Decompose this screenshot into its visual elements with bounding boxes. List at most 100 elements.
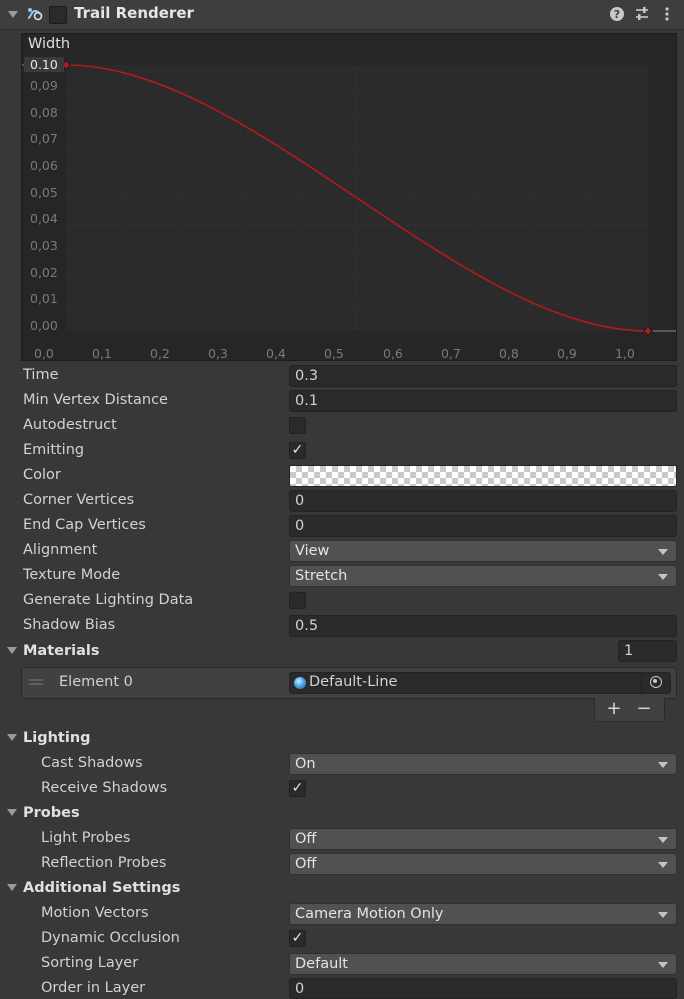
svg-text:?: ?: [614, 8, 620, 21]
material-sphere-icon: [294, 677, 306, 689]
materials-list: Element 0 Default-Line: [21, 667, 677, 699]
cast-shadows-value: On: [295, 756, 316, 772]
light-probes-label: Light Probes: [41, 830, 131, 846]
motion-vectors-label: Motion Vectors: [41, 905, 149, 921]
chevron-down-icon: [658, 862, 668, 868]
texture-mode-label: Texture Mode: [23, 567, 121, 583]
y-tick: 0,08: [30, 105, 58, 120]
x-tick: 0,8: [499, 346, 519, 361]
y-tick: 0.10: [24, 57, 64, 72]
alignment-dropdown[interactable]: View: [289, 540, 677, 562]
more-options-icon[interactable]: [658, 5, 676, 23]
x-tick: 0,9: [557, 346, 577, 361]
y-tick: 0,05: [30, 185, 58, 200]
shadow-bias-field[interactable]: 0.5: [289, 615, 677, 637]
lighting-foldout-icon[interactable]: [7, 734, 17, 741]
component-foldout-icon[interactable]: [8, 11, 18, 18]
y-tick: 0,06: [30, 158, 58, 173]
y-tick: 0,01: [30, 291, 58, 306]
reflection-probes-label: Reflection Probes: [41, 855, 167, 871]
y-tick: 0,02: [30, 265, 58, 280]
min-vertex-distance-label: Min Vertex Distance: [23, 392, 168, 408]
reflection-probes-value: Off: [295, 856, 317, 872]
receive-shadows-checkbox[interactable]: ✓: [289, 780, 306, 797]
corner-vertices-field[interactable]: 0: [289, 490, 677, 512]
time-label: Time: [23, 367, 59, 383]
autodestruct-checkbox[interactable]: [289, 417, 306, 434]
x-tick: 0,4: [266, 346, 286, 361]
chevron-down-icon: [658, 549, 668, 555]
min-vertex-distance-field[interactable]: 0.1: [289, 390, 677, 412]
dynamic-occlusion-label: Dynamic Occlusion: [41, 930, 180, 946]
motion-vectors-dropdown[interactable]: Camera Motion Only: [289, 903, 677, 925]
materials-label: Materials: [23, 643, 100, 659]
cast-shadows-label: Cast Shadows: [41, 755, 143, 771]
reflection-probes-dropdown[interactable]: Off: [289, 853, 677, 875]
remove-element-button[interactable]: −: [632, 698, 656, 719]
material-object-field[interactable]: Default-Line: [289, 672, 671, 694]
width-curve-editor[interactable]: Width 0.10 0,09 0,08 0,07 0,06 0,05 0,04…: [21, 33, 677, 361]
alignment-value: View: [295, 543, 330, 559]
end-cap-vertices-label: End Cap Vertices: [23, 517, 146, 533]
y-tick: 0,03: [30, 238, 58, 253]
component-header: Trail Renderer ?: [0, 0, 684, 30]
probes-foldout-icon[interactable]: [7, 809, 17, 816]
color-label: Color: [23, 467, 61, 483]
x-tick: 0,0: [34, 346, 54, 361]
add-element-button[interactable]: +: [602, 698, 626, 719]
trail-renderer-icon: [27, 8, 43, 21]
x-tick: 0,3: [208, 346, 228, 361]
probes-label: Probes: [23, 805, 80, 821]
object-picker-dot: [653, 679, 657, 683]
shadow-bias-label: Shadow Bias: [23, 617, 116, 633]
drag-handle-icon[interactable]: [29, 678, 43, 686]
order-in-layer-label: Order in Layer: [41, 980, 146, 996]
sorting-layer-dropdown[interactable]: Default: [289, 953, 677, 975]
end-cap-vertices-field[interactable]: 0: [289, 515, 677, 537]
chevron-down-icon: [658, 962, 668, 968]
texture-mode-dropdown[interactable]: Stretch: [289, 565, 677, 587]
generate-lighting-data-checkbox[interactable]: [289, 592, 306, 609]
chevron-down-icon: [658, 574, 668, 580]
list-footer: + −: [594, 698, 665, 722]
time-field[interactable]: 0.3: [289, 365, 677, 387]
element-0-label: Element 0: [59, 674, 133, 690]
light-probes-dropdown[interactable]: Off: [289, 828, 677, 850]
emitting-label: Emitting: [23, 442, 85, 458]
object-picker-button[interactable]: [641, 673, 670, 693]
y-tick: 0,09: [30, 78, 58, 93]
emitting-checkbox[interactable]: ✓: [289, 442, 306, 459]
component-enabled-checkbox[interactable]: [49, 6, 67, 24]
lighting-label: Lighting: [23, 730, 91, 746]
corner-vertices-label: Corner Vertices: [23, 492, 135, 508]
y-tick: 0,07: [30, 131, 58, 146]
additional-settings-foldout-icon[interactable]: [7, 884, 17, 891]
dynamic-occlusion-checkbox[interactable]: ✓: [289, 930, 306, 947]
additional-settings-label: Additional Settings: [23, 880, 181, 896]
x-tick: 0,5: [324, 346, 344, 361]
materials-foldout-icon[interactable]: [7, 647, 17, 654]
x-tick: 0,1: [92, 346, 112, 361]
curve-plot[interactable]: [22, 34, 676, 360]
receive-shadows-label: Receive Shadows: [41, 780, 168, 796]
chevron-down-icon: [658, 912, 668, 918]
chevron-down-icon: [658, 837, 668, 843]
texture-mode-value: Stretch: [295, 568, 348, 584]
x-tick: 0,2: [150, 346, 170, 361]
motion-vectors-value: Camera Motion Only: [295, 906, 444, 922]
presets-icon[interactable]: [633, 5, 651, 23]
autodestruct-label: Autodestruct: [23, 417, 117, 433]
x-tick: 0,7: [441, 346, 461, 361]
light-probes-value: Off: [295, 831, 317, 847]
y-tick: 0,04: [30, 211, 58, 226]
x-tick: 0,6: [383, 346, 403, 361]
generate-lighting-data-label: Generate Lighting Data: [23, 592, 194, 608]
order-in-layer-field[interactable]: 0: [289, 978, 677, 999]
x-tick: 1,0: [615, 346, 635, 361]
alignment-label: Alignment: [23, 542, 98, 558]
sorting-layer-label: Sorting Layer: [41, 955, 139, 971]
materials-size-field[interactable]: 1: [618, 640, 677, 662]
help-icon[interactable]: ?: [608, 5, 626, 23]
cast-shadows-dropdown[interactable]: On: [289, 753, 677, 775]
color-gradient-field[interactable]: [289, 465, 677, 487]
